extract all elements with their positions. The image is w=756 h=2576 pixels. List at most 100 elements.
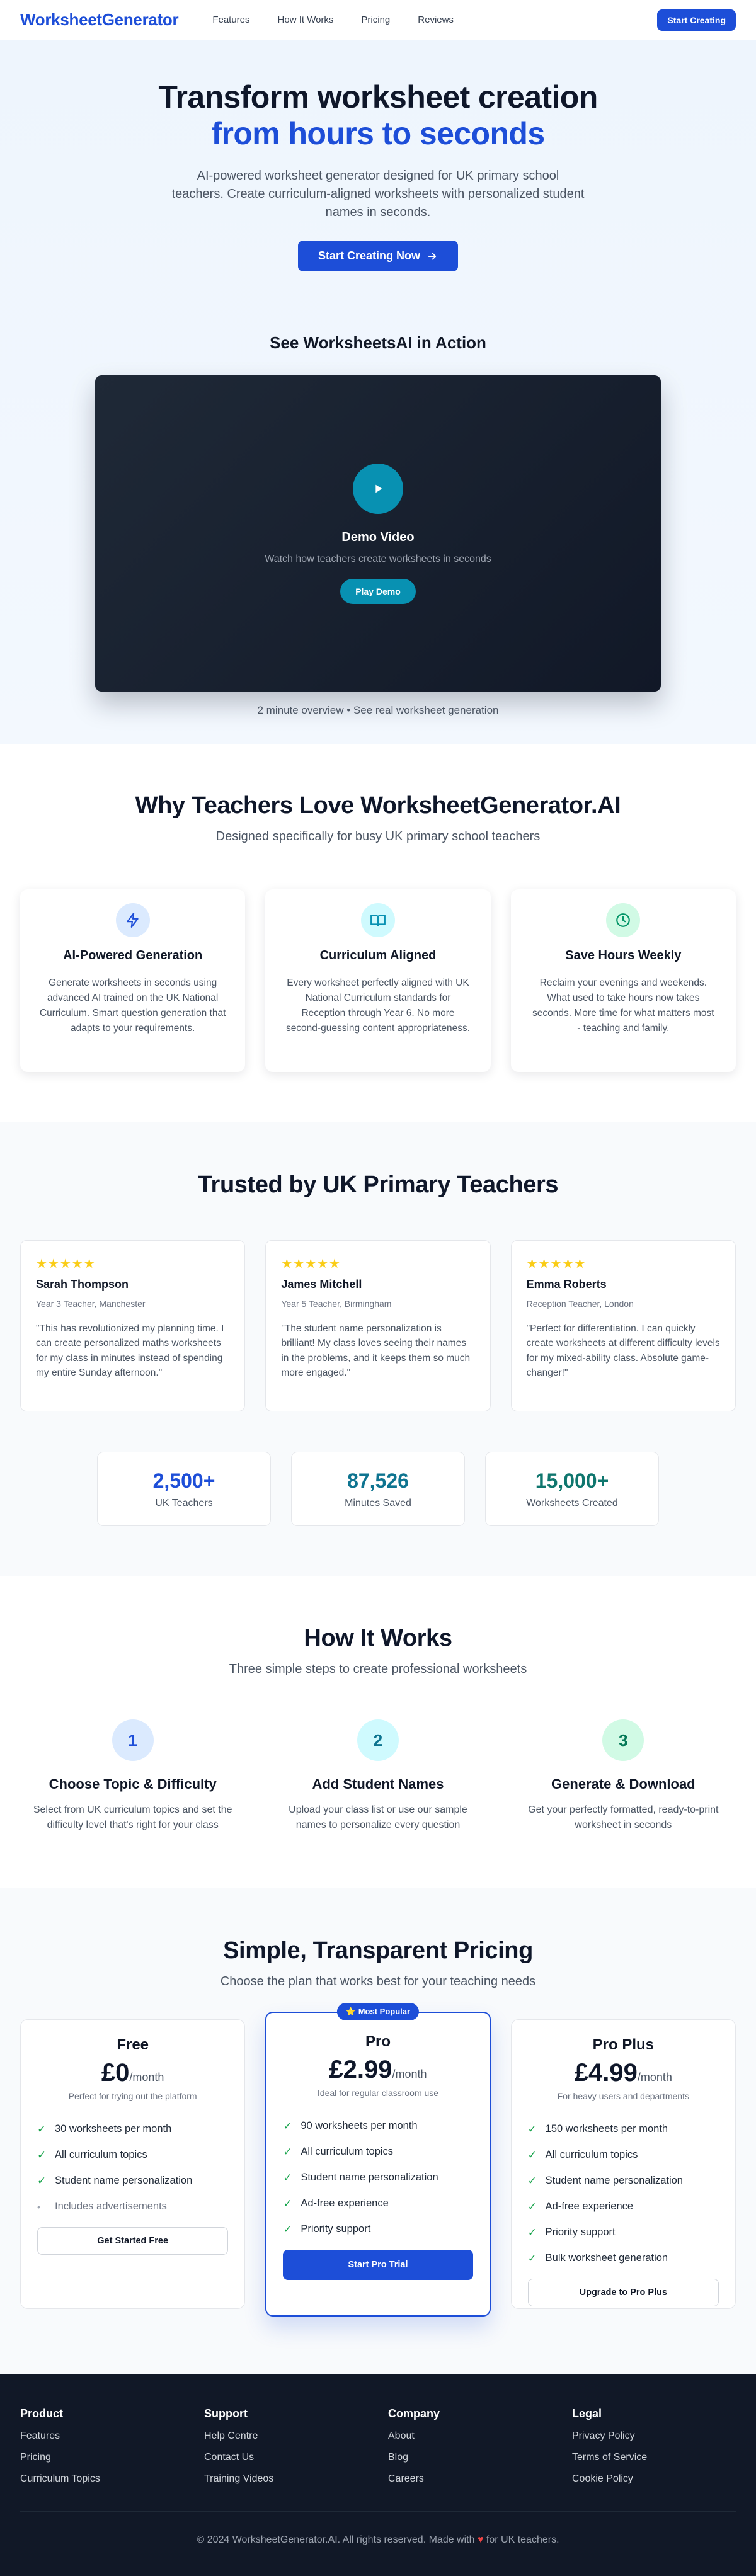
bullet-icon: • xyxy=(37,2201,40,2212)
plan-feature: ✓ Priority support xyxy=(283,2223,371,2235)
footer-link[interactable]: Pricing xyxy=(20,2452,184,2463)
plan-name: Pro xyxy=(365,2033,391,2050)
testimonial-quote: "This has revolutionized my planning tim… xyxy=(36,1323,224,1378)
star-rating-icon: ★★★★★ xyxy=(526,1257,587,1271)
check-icon: ✓ xyxy=(283,2171,292,2184)
star-rating-icon: ★★★★★ xyxy=(281,1257,341,1271)
feature-title: Curriculum Aligned xyxy=(319,949,437,962)
plan-price: £4.99/month xyxy=(528,2059,719,2087)
copyright-text: © 2024 WorksheetGenerator.AI. All rights… xyxy=(197,2534,475,2545)
stat-label: UK Teachers xyxy=(155,1497,213,1508)
start-creating-now-button[interactable]: Start Creating Now xyxy=(297,241,459,271)
hero-title-line2: from hours to seconds xyxy=(211,115,545,151)
plan-period: /month xyxy=(129,2071,164,2083)
step-title: Choose Topic & Difficulty xyxy=(49,1776,217,1792)
footer-link[interactable]: Features xyxy=(20,2431,184,2442)
heart-icon: ♥ xyxy=(477,2534,484,2545)
features-title: Why Teachers Love WorksheetGenerator.AI xyxy=(135,792,621,819)
footer-link[interactable]: Curriculum Topics xyxy=(20,2473,184,2485)
plan-amount: £0 xyxy=(101,2059,130,2087)
video-title: Demo Video xyxy=(341,530,415,544)
plan-feature: ✓ 30 worksheets per month xyxy=(37,2123,172,2135)
nav-link-pricing[interactable]: Pricing xyxy=(361,14,390,25)
step-desc: Select from UK curriculum topics and set… xyxy=(33,1804,232,1830)
get-started-free-button[interactable]: Get Started Free xyxy=(37,2227,229,2255)
brand-logo[interactable]: WorksheetGenerator xyxy=(20,10,179,30)
footer-heading: Company xyxy=(388,2407,440,2420)
lightning-icon xyxy=(115,903,150,937)
check-icon: ✓ xyxy=(527,2148,537,2161)
feature-card: Save Hours Weekly Reclaim your evenings … xyxy=(510,889,736,1072)
video-subtitle: Watch how teachers create worksheets in … xyxy=(265,553,491,564)
upgrade-pro-plus-button[interactable]: Upgrade to Pro Plus xyxy=(527,2279,719,2306)
pricing-subtitle: Choose the plan that works best for your… xyxy=(220,1975,536,1988)
testimonial-quote: "The student name personalization is bri… xyxy=(281,1323,471,1378)
feature-card: AI-Powered Generation Generate worksheet… xyxy=(20,889,246,1072)
check-icon: ✓ xyxy=(283,2223,292,2235)
nav-link-how-it-works[interactable]: How It Works xyxy=(278,14,334,25)
step: 3 Generate & Download Get your perfectly… xyxy=(511,1719,736,1833)
plan-features: ✓ 150 worksheets per month ✓ All curriculu… xyxy=(528,2116,719,2271)
nav-start-creating-button[interactable]: Start Creating xyxy=(657,9,736,31)
footer-heading: Product xyxy=(20,2407,64,2420)
plan-feature: ✓ 150 worksheets per month xyxy=(527,2123,668,2135)
check-icon: ✓ xyxy=(37,2148,47,2161)
footer-copyright: © 2024 WorksheetGenerator.AI. All rights… xyxy=(20,2534,736,2546)
plan-feature-muted: • Includes advertisements xyxy=(37,2201,167,2212)
nav-link-features[interactable]: Features xyxy=(212,14,249,25)
footer-link[interactable]: Contact Us xyxy=(204,2452,368,2463)
footer-link[interactable]: Terms of Service xyxy=(572,2452,736,2463)
stat-minutes-saved: 87,526 Minutes Saved xyxy=(291,1452,465,1526)
features-section: Why Teachers Love WorksheetGenerator.AI … xyxy=(0,744,756,1122)
step-title: Add Student Names xyxy=(312,1776,444,1792)
footer-link[interactable]: About xyxy=(388,2431,552,2442)
plan-desc: Perfect for trying out the platform xyxy=(68,2091,197,2101)
footer-column-legal: Legal Privacy Policy Terms of Service Co… xyxy=(572,2407,736,2485)
book-open-icon xyxy=(360,903,395,937)
demo-video-player[interactable]: Demo Video Watch how teachers create wor… xyxy=(95,375,661,692)
plan-amount: £2.99 xyxy=(329,2056,392,2083)
hero-title-line1: Transform worksheet creation xyxy=(158,79,598,115)
footer-link[interactable]: Careers xyxy=(388,2473,552,2485)
feature-desc: Reclaim your evenings and weekends. What… xyxy=(532,977,714,1034)
features-subtitle: Designed specifically for busy UK primar… xyxy=(215,829,541,843)
step-number: 3 xyxy=(602,1719,644,1761)
plan-feature: ✓ 90 worksheets per month xyxy=(283,2119,418,2132)
demo-heading: See WorksheetsAI in Action xyxy=(270,333,486,352)
nav-link-reviews[interactable]: Reviews xyxy=(418,14,454,25)
footer-link[interactable]: Cookie Policy xyxy=(572,2473,736,2485)
testimonial-grid: ★★★★★ Sarah Thompson Year 3 Teacher, Man… xyxy=(20,1240,736,1411)
plan-desc: Ideal for regular classroom use xyxy=(317,2088,439,2098)
footer-column-support: Support Help Centre Contact Us Training … xyxy=(204,2407,368,2485)
start-pro-trial-button[interactable]: Start Pro Trial xyxy=(283,2250,473,2280)
plan-features: ✓ 90 worksheets per month ✓ All curriculum… xyxy=(283,2113,472,2242)
testimonial-role: Year 5 Teacher, Birmingham xyxy=(281,1299,392,1309)
stat-teachers: 2,500+ UK Teachers xyxy=(97,1452,271,1526)
plan-feature: ✓ Student name personalization xyxy=(37,2174,193,2187)
feature-card: Curriculum Aligned Every worksheet perfe… xyxy=(265,889,491,1072)
footer-column-product: Product Features Pricing Curriculum Topi… xyxy=(20,2407,184,2485)
star-rating-icon: ★★★★★ xyxy=(36,1257,96,1271)
footer-link[interactable]: Help Centre xyxy=(204,2431,368,2442)
step: 1 Choose Topic & Difficulty Select from … xyxy=(20,1719,245,1833)
footer-link[interactable]: Privacy Policy xyxy=(572,2431,736,2442)
pricing-title: Simple, Transparent Pricing xyxy=(223,1937,533,1964)
play-demo-button[interactable]: Play Demo xyxy=(340,578,416,604)
hero-section: Transform worksheet creation from hours … xyxy=(0,40,756,744)
stat-worksheets-created: 15,000+ Worksheets Created xyxy=(485,1452,659,1526)
copyright-text-end: for UK teachers. xyxy=(486,2534,559,2545)
footer-columns: Product Features Pricing Curriculum Topi… xyxy=(20,2407,736,2485)
testimonial-card: ★★★★★ James Mitchell Year 5 Teacher, Bir… xyxy=(265,1240,491,1411)
play-icon[interactable] xyxy=(353,463,403,514)
check-icon: ✓ xyxy=(37,2174,47,2187)
footer-link[interactable]: Training Videos xyxy=(204,2473,368,2485)
hero-title: Transform worksheet creation from hours … xyxy=(0,79,756,152)
feature-desc: Generate worksheets in seconds using adv… xyxy=(39,977,226,1034)
footer-link[interactable]: Blog xyxy=(388,2452,552,2463)
plan-amount: £4.99 xyxy=(574,2059,638,2087)
plan-price: £0/month xyxy=(37,2059,228,2087)
testimonial-card: ★★★★★ Emma Roberts Reception Teacher, Lo… xyxy=(510,1240,736,1411)
plan-feature: ✓ Ad-free experience xyxy=(283,2197,389,2209)
plan-card-free: Free £0/month Perfect for trying out the… xyxy=(20,2019,246,2309)
plan-period: /month xyxy=(637,2071,672,2083)
